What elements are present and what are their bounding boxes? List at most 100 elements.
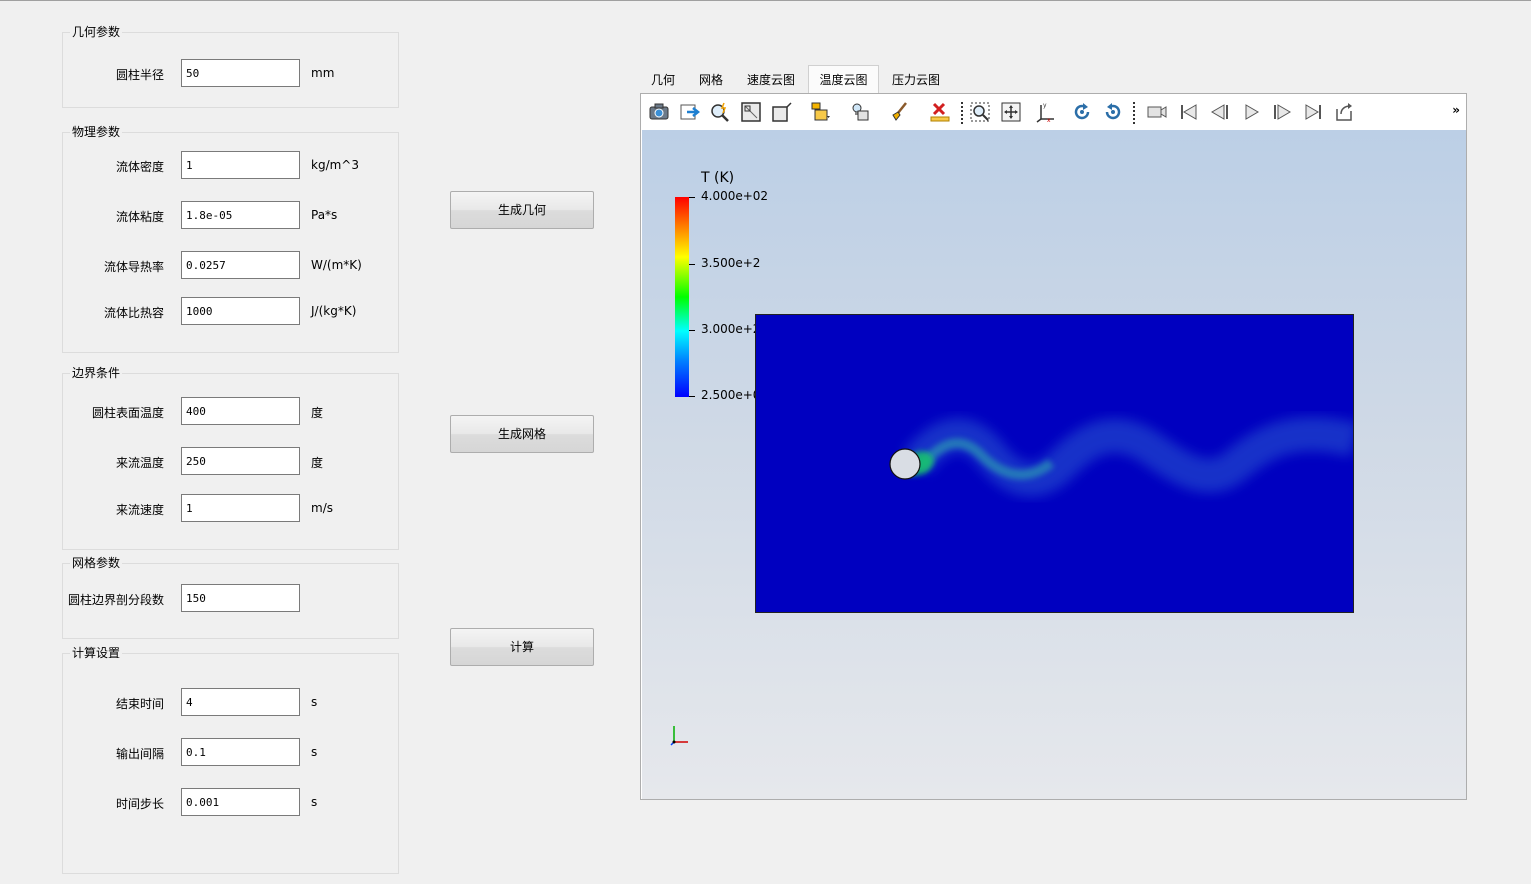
cylinder-surface-temp-input[interactable]	[181, 397, 300, 425]
field-label: 圆柱半径	[115, 68, 164, 82]
field-label: 结束时间	[115, 697, 164, 711]
field-label: 流体密度	[115, 160, 164, 174]
generate-mesh-button[interactable]: 生成网格	[450, 415, 594, 453]
viewer-toolbar: xy »	[641, 94, 1466, 130]
field-unit: W/(m*K)	[311, 258, 362, 272]
fit-view-icon[interactable]	[998, 99, 1024, 125]
compute-button[interactable]: 计算	[450, 628, 594, 666]
cube-view-icon[interactable]	[807, 99, 833, 125]
colorbar	[675, 197, 689, 397]
fluid-specific-heat-input[interactable]	[181, 297, 300, 325]
toolbar-overflow-button[interactable]: »	[1452, 103, 1460, 117]
colorbar-tick	[689, 264, 695, 265]
compute-group: 结束时间 s 输出间隔 s 时间步长 s	[62, 653, 399, 874]
clear-icon[interactable]	[927, 99, 953, 125]
cylinder-segments-input[interactable]	[181, 584, 300, 612]
last-frame-icon[interactable]	[1300, 99, 1326, 125]
render-area[interactable]: T (K) 4.000e+02 3.500e+2 3.000e+2 2.500e…	[642, 130, 1466, 799]
zoom-box-icon[interactable]	[967, 99, 993, 125]
camera-icon[interactable]	[646, 99, 672, 125]
field-unit: 度	[311, 456, 324, 470]
cylinder-radius-row: 圆柱半径 mm	[63, 59, 400, 89]
field-unit: 度	[311, 406, 324, 420]
rotate-ccw-icon[interactable]	[1100, 99, 1126, 125]
svg-text:y: y	[1043, 102, 1047, 109]
fluid-density-input[interactable]	[181, 151, 300, 179]
rotate-cw-icon[interactable]	[1069, 99, 1095, 125]
loop-icon[interactable]	[1331, 99, 1357, 125]
time-step-row: 时间步长 s	[63, 788, 400, 818]
fluid-conductivity-row: 流体导热率 W/(m*K)	[63, 251, 400, 281]
colorbar-tick	[689, 396, 695, 397]
end-time-row: 结束时间 s	[63, 688, 400, 718]
fluid-viscosity-row: 流体粘度 Pa*s	[63, 201, 400, 231]
field-unit: kg/m^3	[311, 158, 359, 172]
tab-temperature-contour[interactable]: 温度云图	[808, 65, 879, 94]
inflow-velocity-input[interactable]	[181, 494, 300, 522]
field-label: 流体导热率	[103, 260, 164, 274]
field-unit: s	[311, 745, 318, 759]
tab-geometry[interactable]: 几何	[643, 67, 683, 93]
boundary-group-title: 边界条件	[70, 364, 123, 381]
field-label: 输出间隔	[115, 747, 164, 761]
generate-geometry-button[interactable]: 生成几何	[450, 191, 594, 229]
render-viewer: xy » T (K) 4.000e+02 3.500e+2 3.000e+2 2…	[640, 93, 1467, 800]
video-camera-icon[interactable]	[1144, 99, 1170, 125]
field-label: 时间步长	[115, 797, 164, 811]
first-frame-icon[interactable]	[1176, 99, 1202, 125]
geometry-group: 圆柱半径 mm	[62, 32, 399, 108]
svg-text:x: x	[1047, 117, 1051, 123]
zoom-query-icon[interactable]	[707, 99, 733, 125]
fluid-density-row: 流体密度 kg/m^3	[63, 151, 400, 181]
field-unit: J/(kg*K)	[311, 304, 357, 318]
colorbar-tick-label: 3.500e+2	[701, 256, 761, 270]
colorbar-tick	[689, 330, 695, 331]
field-label: 来流温度	[115, 456, 164, 470]
field-unit: m/s	[311, 501, 333, 515]
geometry-group-title: 几何参数	[70, 23, 123, 40]
colorbar-tick-label: 3.000e+2	[701, 322, 761, 336]
end-time-input[interactable]	[181, 688, 300, 716]
tab-mesh[interactable]: 网格	[691, 67, 731, 93]
inflow-temp-input[interactable]	[181, 447, 300, 475]
field-label: 流体粘度	[115, 210, 164, 224]
play-icon[interactable]	[1238, 99, 1264, 125]
mesh-group: 圆柱边界剖分段数	[62, 563, 399, 639]
physics-group: 流体密度 kg/m^3 流体粘度 Pa*s 流体导热率 W/(m*K) 流体比热…	[62, 132, 399, 353]
field-unit: mm	[311, 66, 335, 80]
output-interval-row: 输出间隔 s	[63, 738, 400, 768]
next-frame-icon[interactable]	[1269, 99, 1295, 125]
parallel-projection-icon[interactable]	[769, 99, 795, 125]
field-unit: s	[311, 695, 318, 709]
time-step-input[interactable]	[181, 788, 300, 816]
field-label: 来流速度	[115, 503, 164, 517]
axes-icon[interactable]: xy	[1033, 99, 1059, 125]
inflow-temp-row: 来流温度 度	[63, 447, 400, 477]
cylinder-surface-temp-row: 圆柱表面温度 度	[63, 397, 400, 427]
output-interval-input[interactable]	[181, 738, 300, 766]
physics-group-title: 物理参数	[70, 123, 123, 140]
tab-pressure-contour[interactable]: 压力云图	[884, 67, 948, 93]
fluid-viscosity-input[interactable]	[181, 201, 300, 229]
cylinder-segments-row: 圆柱边界剖分段数	[63, 584, 400, 614]
boundary-group: 圆柱表面温度 度 来流温度 度 来流速度 m/s	[62, 373, 399, 550]
toolbar-separator	[1133, 102, 1137, 124]
colorbar-tick-label: 4.000e+02	[701, 189, 769, 203]
field-unit: Pa*s	[311, 208, 338, 222]
colorbar-tick	[689, 197, 695, 198]
tab-velocity-contour[interactable]: 速度云图	[739, 67, 803, 93]
reset-camera-icon[interactable]	[738, 99, 764, 125]
brush-icon[interactable]	[887, 99, 913, 125]
wake-plume	[889, 417, 1353, 497]
inflow-velocity-row: 来流速度 m/s	[63, 494, 400, 524]
prev-frame-icon[interactable]	[1207, 99, 1233, 125]
cylinder-radius-input[interactable]	[181, 59, 300, 87]
toolbar-separator	[961, 102, 965, 124]
field-unit: s	[311, 795, 318, 809]
export-icon[interactable]	[677, 99, 703, 125]
light-bulb-icon[interactable]	[847, 99, 873, 125]
field-label: 圆柱表面温度	[91, 406, 164, 420]
field-label: 流体比热容	[103, 306, 164, 320]
mesh-group-title: 网格参数	[70, 554, 123, 571]
fluid-conductivity-input[interactable]	[181, 251, 300, 279]
